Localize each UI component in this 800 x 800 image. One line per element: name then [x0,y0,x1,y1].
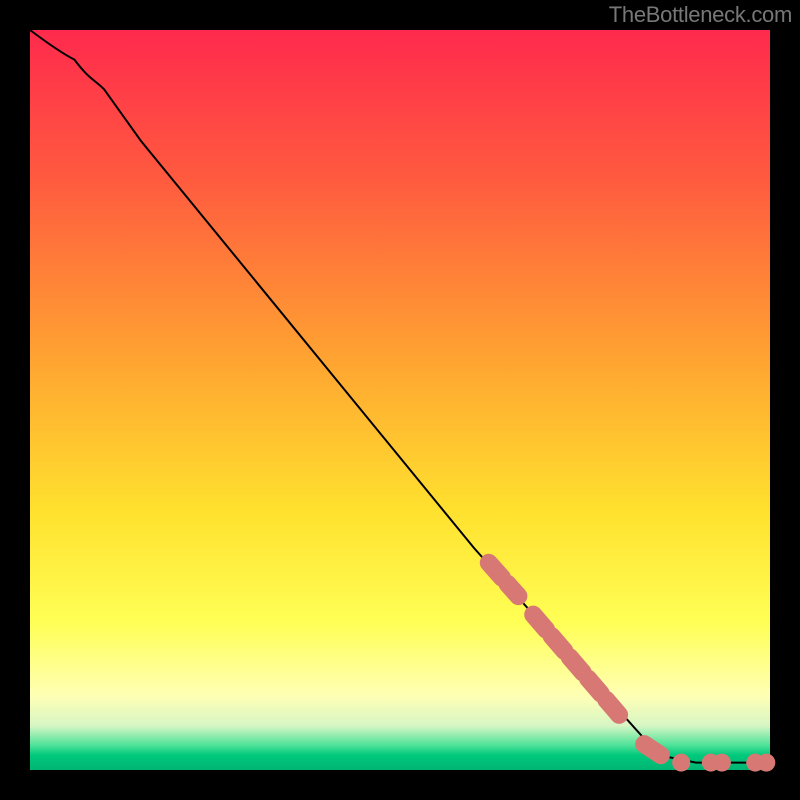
tail-dot [757,754,775,772]
performance-curve-chart [0,0,800,800]
highlight-segment [644,744,666,759]
tail-dot [672,754,690,772]
attribution-label: TheBottleneck.com [609,2,792,28]
chart-container: TheBottleneck.com [0,0,800,800]
tail-dot [713,754,731,772]
